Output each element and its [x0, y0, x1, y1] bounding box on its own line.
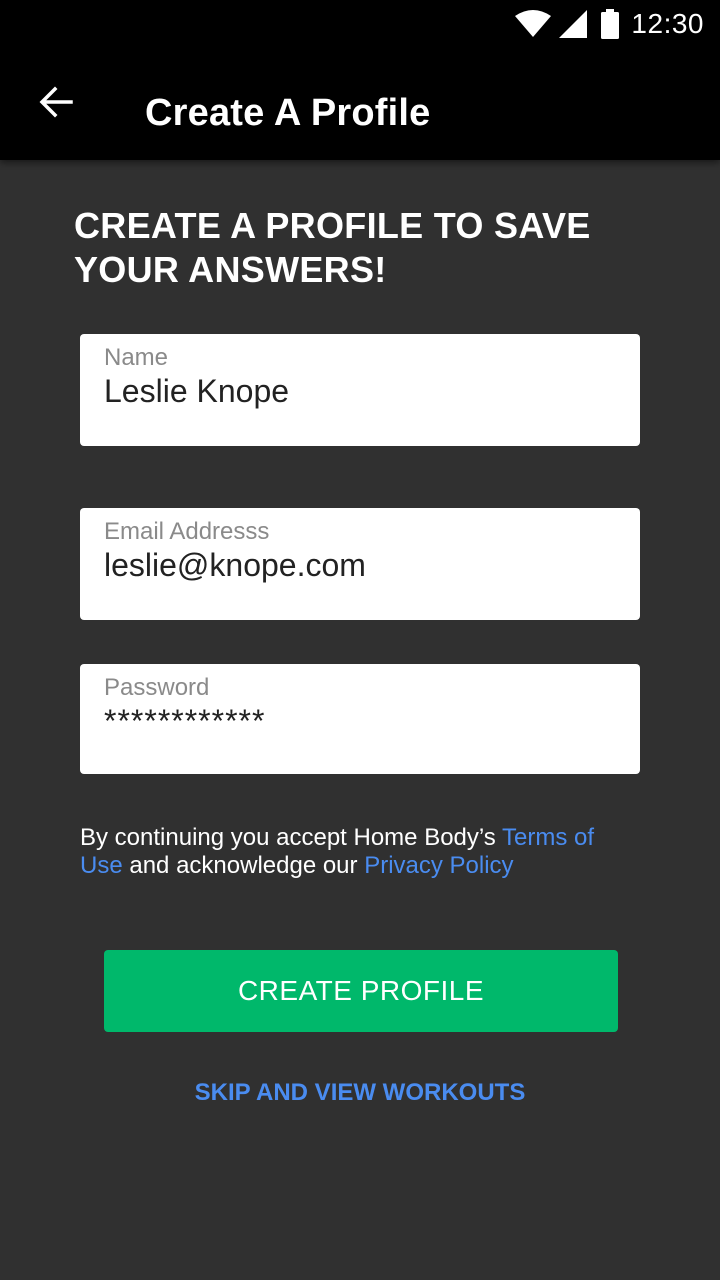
- status-bar: 12:30: [0, 0, 720, 48]
- app-bar: Create A Profile: [0, 48, 720, 160]
- name-field[interactable]: Name Leslie Knope: [80, 334, 640, 446]
- password-field-value[interactable]: ************: [104, 702, 265, 740]
- name-field-label: Name: [104, 344, 169, 371]
- page-headline: CREATE A PROFILE TO SAVE YOUR ANSWERS!: [74, 205, 591, 290]
- status-icons: 12:30: [515, 8, 704, 40]
- email-field-label: Email Addresss: [104, 518, 270, 545]
- privacy-policy-link[interactable]: Privacy Policy: [364, 852, 513, 879]
- create-profile-button[interactable]: CREATE PROFILE: [104, 950, 618, 1032]
- app-bar-title: Create A Profile: [145, 92, 431, 134]
- email-field[interactable]: Email Addresss leslie@knope.com: [80, 508, 640, 620]
- password-field-label: Password: [104, 674, 210, 701]
- cell-signal-icon: [559, 10, 588, 38]
- consent-middle: and acknowledge our: [122, 852, 365, 879]
- email-field-value[interactable]: leslie@knope.com: [104, 546, 366, 584]
- password-field[interactable]: Password ************: [80, 664, 640, 774]
- consent-prefix: By continuing you accept Home Body’s: [80, 824, 503, 851]
- name-field-value[interactable]: Leslie Knope: [104, 372, 289, 410]
- battery-icon: [601, 9, 620, 39]
- back-button[interactable]: [24, 80, 88, 128]
- wifi-icon: [515, 10, 552, 38]
- arrow-left-icon: [39, 86, 73, 123]
- consent-text: By continuing you accept Home Body’s Ter…: [80, 824, 620, 880]
- skip-and-view-workouts-link[interactable]: SKIP AND VIEW WORKOUTS: [0, 1076, 720, 1110]
- status-time: 12:30: [631, 8, 704, 39]
